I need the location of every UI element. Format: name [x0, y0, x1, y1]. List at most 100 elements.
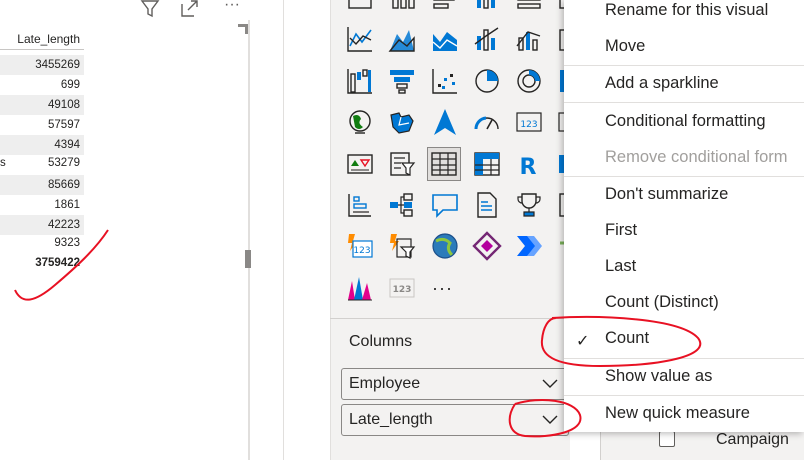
line-and-clustered-column-icon[interactable]: [514, 24, 544, 54]
stacked-area-chart-icon[interactable]: [430, 24, 460, 54]
menu-separator: [564, 395, 804, 396]
donut-chart-icon[interactable]: [514, 66, 544, 96]
section-divider: [330, 318, 570, 319]
visual-header: ···: [0, 0, 252, 22]
resize-handle[interactable]: [238, 24, 248, 34]
row-value: 42223: [48, 219, 80, 231]
row-label: s: [0, 157, 6, 169]
clustered-column-chart-icon[interactable]: [472, 0, 502, 12]
menu-item-count[interactable]: Count: [605, 329, 649, 348]
table-row: 57597: [0, 115, 84, 135]
card-icon[interactable]: 123: [514, 107, 544, 137]
menu-item-rename[interactable]: Rename for this visual: [605, 1, 768, 20]
menu-item-last[interactable]: Last: [605, 257, 636, 276]
table-row: 42223: [0, 215, 84, 235]
table-visual[interactable]: ··· Late_length 3455269 699 49108 57597 …: [0, 0, 252, 460]
filled-map-icon[interactable]: [387, 107, 417, 137]
table-visual-icon[interactable]: [427, 147, 461, 181]
menu-separator: [564, 65, 804, 66]
slicer-icon[interactable]: [387, 149, 417, 179]
smart-narrative-icon[interactable]: [472, 190, 502, 220]
field-item-campaign[interactable]: Campaign: [716, 431, 789, 449]
row-value: 57597: [48, 119, 80, 131]
power-apps-card-text: 123: [353, 246, 370, 256]
row-value: 699: [60, 79, 80, 91]
line-chart-icon[interactable]: [345, 24, 375, 54]
total-value: 3759422: [35, 257, 80, 269]
visual-border: [248, 20, 250, 460]
table-row: 49108: [0, 95, 84, 115]
menu-item-show-value-as[interactable]: Show value as: [605, 367, 712, 386]
power-apps-card-icon[interactable]: 123: [345, 231, 375, 261]
table-row: 3455269: [0, 55, 84, 75]
card-new-icon-text: 123: [393, 285, 412, 295]
table-row: 1861: [0, 195, 84, 215]
table-row: s 53279: [0, 153, 84, 173]
pane-divider: [600, 432, 601, 460]
gauge-icon[interactable]: [472, 107, 502, 137]
line-and-column-chart-icon[interactable]: [472, 24, 502, 54]
r-script-visual-text: R: [520, 155, 537, 179]
scatter-chart-icon[interactable]: [430, 66, 460, 96]
menu-item-new-quick-measure[interactable]: New quick measure: [605, 404, 750, 423]
r-script-visual-icon[interactable]: R: [514, 149, 544, 180]
matrix-icon[interactable]: [472, 149, 502, 179]
card-icon-text: 123: [520, 120, 537, 130]
pane-divider: [330, 0, 331, 460]
menu-separator: [564, 358, 804, 359]
row-value: 1861: [54, 199, 80, 211]
arcgis-maps-icon[interactable]: [430, 231, 460, 261]
clustered-bar-chart-icon[interactable]: [430, 0, 460, 12]
funnel-chart-icon[interactable]: [387, 66, 417, 96]
field-name: Employee: [349, 375, 421, 392]
row-value: 4394: [54, 139, 80, 151]
map-icon[interactable]: [345, 107, 375, 137]
menu-item-move[interactable]: Move: [605, 37, 645, 56]
focus-mode-icon[interactable]: [180, 0, 200, 18]
menu-item-conditional-formatting[interactable]: Conditional formatting: [605, 112, 766, 131]
menu-item-first[interactable]: First: [605, 221, 637, 240]
field-well-late-length[interactable]: Late_length: [341, 404, 569, 436]
column-header-late-length[interactable]: Late_length: [0, 28, 84, 50]
stacked-column-chart-icon[interactable]: [387, 0, 417, 12]
table-row: 4394: [0, 135, 84, 155]
chevron-down-icon[interactable]: [542, 375, 558, 391]
waterfall-chart-icon[interactable]: [345, 66, 375, 96]
qa-visual-icon[interactable]: [430, 190, 460, 220]
columns-well-label: Columns: [349, 333, 413, 350]
area-chart-icon[interactable]: [387, 24, 417, 54]
menu-item-count-distinct[interactable]: Count (Distinct): [605, 293, 719, 312]
row-value: 3455269: [35, 59, 80, 71]
row-value: 9323: [54, 237, 80, 249]
100-percent-bar-chart-icon[interactable]: [514, 0, 544, 12]
campaign-checkbox[interactable]: [659, 431, 675, 447]
power-apps-icon[interactable]: [472, 231, 502, 261]
menu-separator: [564, 176, 804, 177]
check-icon: ✓: [576, 333, 590, 350]
metrics-visual-icon[interactable]: [514, 190, 544, 220]
menu-item-dont-summarize[interactable]: Don't summarize: [605, 185, 728, 204]
resize-handle[interactable]: [245, 250, 251, 268]
kpi-icon[interactable]: [345, 149, 375, 179]
table-row: 699: [0, 75, 84, 95]
ribbon-visual-icon[interactable]: [345, 273, 375, 303]
power-automate-icon[interactable]: [514, 231, 544, 261]
chevron-down-icon[interactable]: [542, 411, 558, 427]
field-well-employee[interactable]: Employee: [341, 368, 569, 400]
row-value: 53279: [48, 157, 80, 169]
filter-icon[interactable]: [140, 0, 160, 18]
row-value: 49108: [48, 99, 80, 111]
card-new-icon[interactable]: 123: [387, 273, 417, 303]
azure-map-icon[interactable]: [430, 107, 460, 137]
table-row: 85669: [0, 175, 84, 195]
get-more-visuals-icon[interactable]: ···: [432, 278, 453, 299]
key-influencers-icon[interactable]: [345, 190, 375, 220]
power-apps-slicer-icon[interactable]: [387, 231, 417, 261]
menu-item-add-sparkline[interactable]: Add a sparkline: [605, 74, 719, 93]
table-row: 9323: [0, 233, 84, 253]
more-options-icon[interactable]: ···: [218, 0, 246, 14]
stacked-bar-chart-icon[interactable]: [345, 0, 375, 12]
pie-chart-icon[interactable]: [472, 66, 502, 96]
decomposition-tree-icon[interactable]: [387, 190, 417, 220]
table-total-row: 3759422: [0, 253, 84, 273]
